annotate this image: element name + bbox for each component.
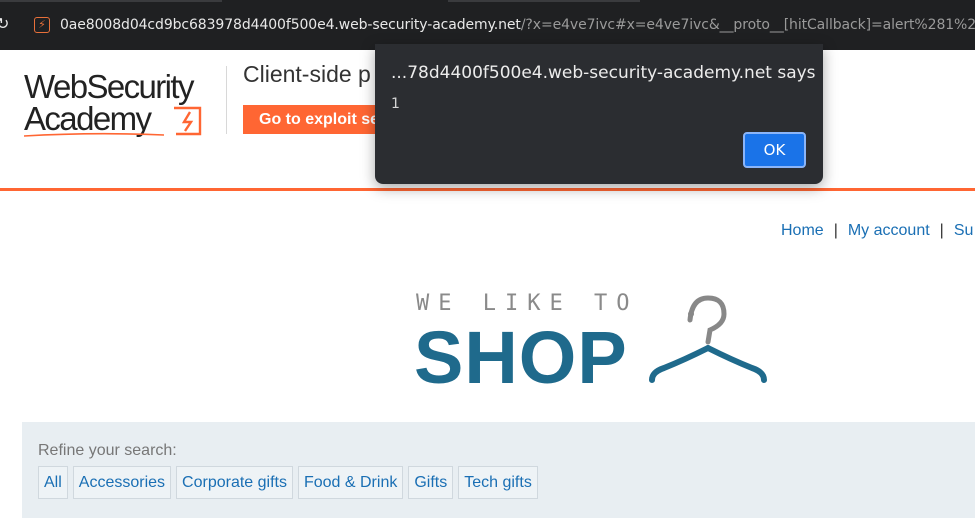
logo-line-2: Academy	[24, 100, 152, 137]
nav-submit-link[interactable]: Su	[954, 222, 974, 239]
dialog-title: ...78d4400f500e4.web-security-academy.ne…	[391, 63, 816, 83]
filter-label: Refine your search:	[38, 442, 177, 459]
dialog-message: 1	[391, 96, 400, 112]
alert-dialog: ...78d4400f500e4.web-security-academy.ne…	[375, 44, 823, 184]
category-filter-all[interactable]: All	[38, 466, 68, 499]
search-filter-panel: Refine your search: All Accessories Corp…	[22, 422, 975, 518]
exploit-server-button[interactable]: Go to exploit se	[243, 105, 383, 134]
url-path: /?x=e4ve7ivc#x=e4ve7ivc&__proto__[hitCal…	[520, 17, 975, 33]
nav-separator: |	[939, 222, 944, 239]
category-filter-tech-gifts[interactable]: Tech gifts	[458, 466, 538, 499]
hanger-icon	[649, 295, 767, 383]
lab-title: Client-side p	[243, 61, 371, 87]
dialog-ok-button[interactable]: OK	[743, 132, 806, 168]
category-filter-accessories[interactable]: Accessories	[72, 466, 172, 499]
header-divider	[226, 66, 227, 134]
nav-home-link[interactable]: Home	[781, 222, 824, 239]
category-filter-corporate-gifts[interactable]: Corporate gifts	[176, 466, 293, 499]
category-filter-gifts[interactable]: Gifts	[408, 466, 454, 499]
category-filter-food-drink[interactable]: Food & Drink	[297, 466, 404, 499]
we-like-to-shop-logo: WE LIKE TO SHOP	[414, 291, 767, 390]
header-accent-rule	[0, 188, 975, 191]
reload-icon[interactable]: ↻	[0, 14, 12, 36]
address-field[interactable]: 0ae8008d04cd9bc683978d4400f500e4.web-sec…	[60, 17, 975, 33]
tab-strip-edge	[0, 0, 222, 2]
web-security-academy-logo[interactable]: WebSecurity Academy	[24, 68, 234, 140]
browser-url-bar: ↻ ⚡ 0ae8008d04cd9bc683978d4400f500e4.web…	[0, 0, 975, 50]
shop-tagline: WE LIKE TO	[416, 291, 638, 316]
shop-word: SHOP	[414, 316, 628, 390]
top-nav: Home | My account | Su	[781, 222, 973, 240]
nav-separator: |	[833, 222, 838, 239]
tab-strip-edge	[448, 0, 640, 2]
nav-my-account-link[interactable]: My account	[848, 222, 930, 239]
category-filter-list: All Accessories Corporate gifts Food & D…	[38, 466, 538, 499]
site-security-icon[interactable]: ⚡	[34, 17, 50, 33]
url-host: 0ae8008d04cd9bc683978d4400f500e4.web-sec…	[60, 17, 521, 33]
